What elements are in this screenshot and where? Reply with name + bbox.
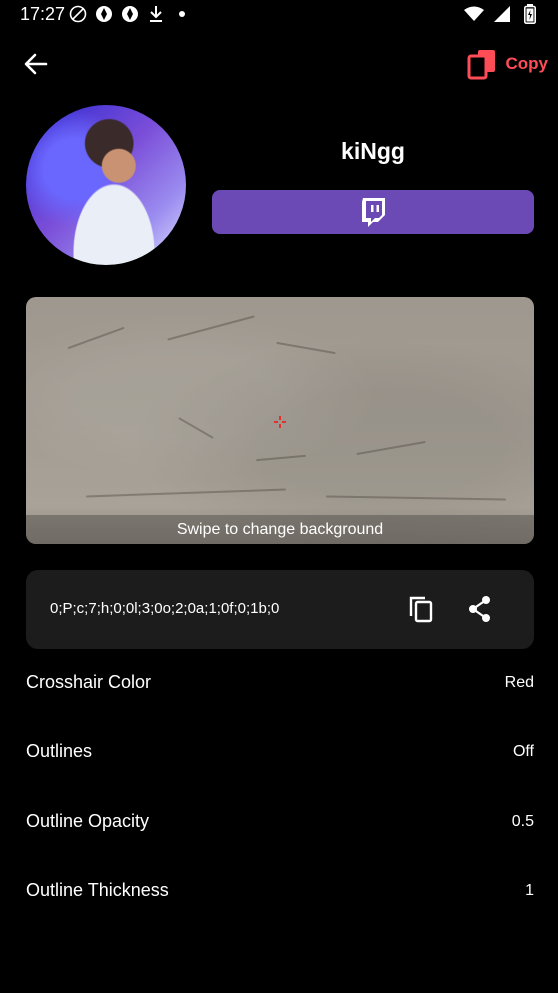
setting-row-outlines[interactable]: Outlines Off	[26, 733, 534, 773]
avatar	[26, 105, 186, 265]
setting-row-outline-opacity[interactable]: Outline Opacity 0.5	[26, 803, 534, 843]
download-icon	[146, 4, 166, 24]
texture-mark	[67, 326, 125, 350]
texture-mark	[325, 495, 507, 501]
share-button[interactable]	[465, 594, 495, 624]
setting-row-crosshair-color[interactable]: Crosshair Color Red	[26, 664, 534, 704]
setting-value: 0.5	[511, 813, 534, 830]
copy-button[interactable]: Copy	[466, 46, 549, 82]
copy-code-button[interactable]	[406, 594, 436, 624]
texture-mark	[178, 417, 214, 439]
crosshair-icon	[274, 416, 286, 428]
status-bar: 17:27	[0, 0, 558, 30]
setting-label: Crosshair Color	[26, 672, 152, 692]
twitch-button[interactable]	[212, 190, 534, 234]
back-button[interactable]	[22, 50, 50, 78]
setting-value: 1	[525, 882, 534, 899]
setting-row-outline-thickness[interactable]: Outline Thickness 1	[26, 872, 534, 912]
crosshair-code-card: 0;P;c;7;h;0;0l;3;0o;2;0a;1;0f;0;1b;0	[26, 570, 534, 649]
setting-value: Off	[512, 743, 534, 760]
setting-label: Outline Thickness	[26, 880, 169, 900]
texture-mark	[167, 315, 255, 341]
copy-icon	[409, 596, 433, 623]
status-time: 17:27	[20, 4, 66, 24]
share-icon	[469, 596, 490, 622]
crosshair-code: 0;P;c;7;h;0;0l;3;0o;2;0a;1;0f;0;1b;0	[50, 600, 280, 617]
app-notification-icon	[120, 4, 140, 24]
username: kiNgg	[341, 138, 405, 164]
copy-icon	[467, 50, 495, 80]
texture-mark	[86, 488, 286, 498]
more-notifications-dot-icon	[172, 4, 192, 24]
no-sync-icon	[68, 4, 88, 24]
battery-icon	[520, 4, 540, 24]
wifi-icon	[464, 4, 484, 24]
setting-label: Outline Opacity	[26, 811, 150, 831]
twitch-icon	[362, 198, 385, 227]
copy-label: Copy	[505, 54, 549, 73]
app-notification-icon	[94, 4, 114, 24]
back-arrow-icon	[24, 53, 48, 75]
texture-mark	[256, 454, 306, 462]
texture-mark	[276, 341, 336, 355]
cellular-signal-icon	[492, 4, 512, 24]
setting-label: Outlines	[26, 741, 93, 761]
texture-mark	[356, 440, 426, 456]
preview-caption: Swipe to change background	[26, 515, 534, 544]
setting-value: Red	[504, 674, 534, 691]
